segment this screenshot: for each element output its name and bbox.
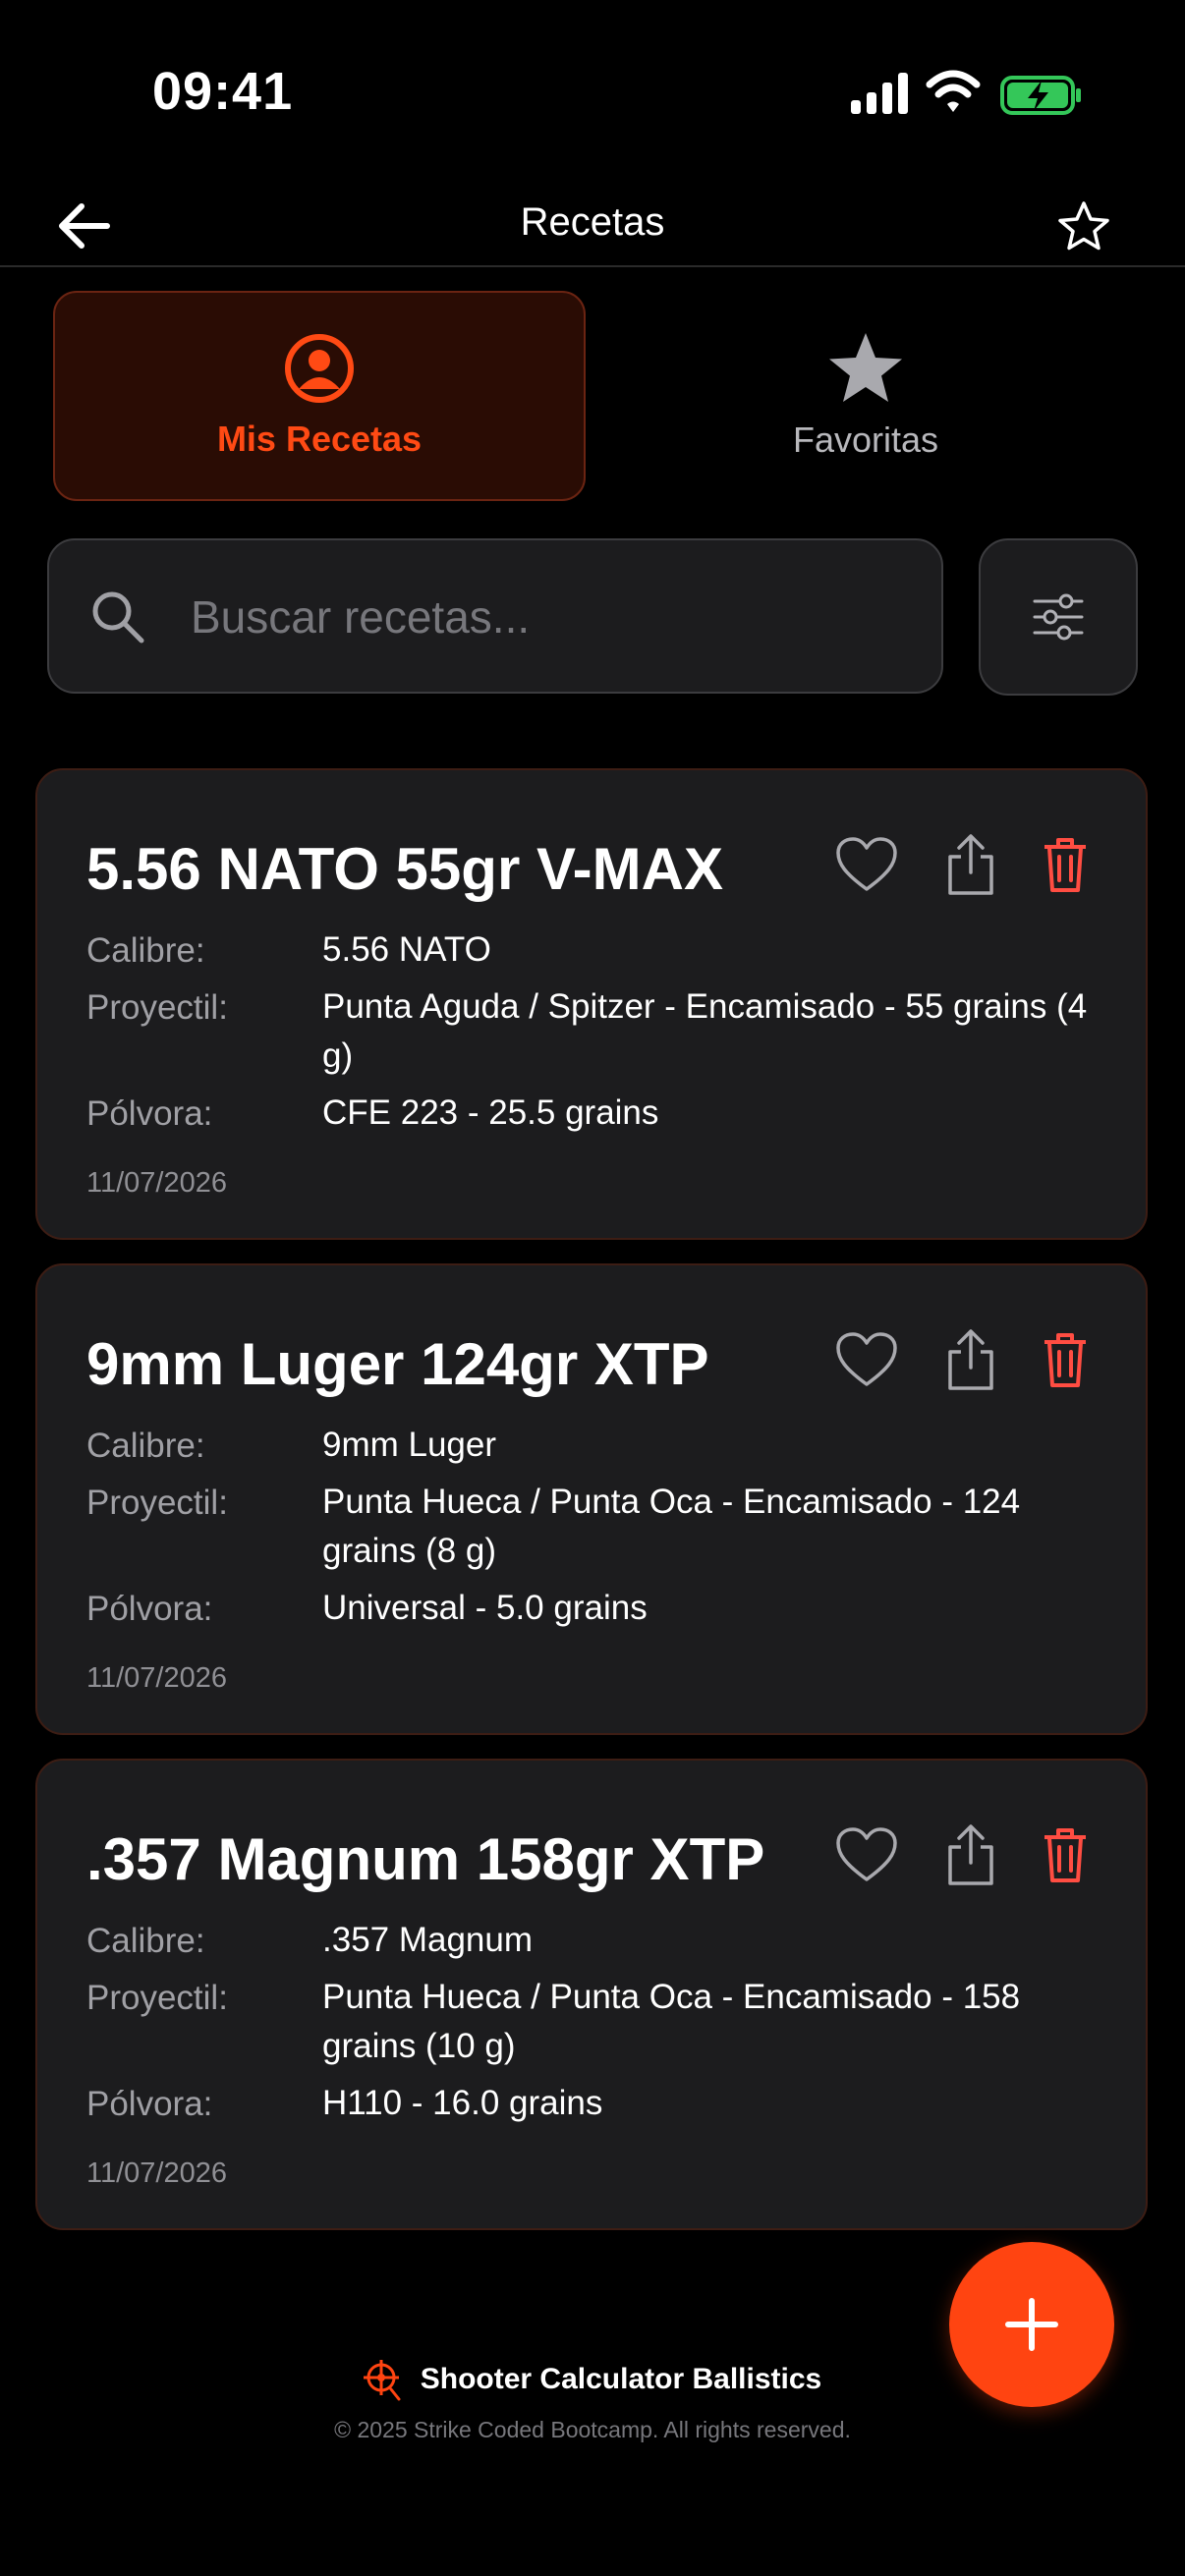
proyectil-value: Punta Hueca / Punta Oca - Encamisado - 1…: [322, 1483, 1021, 1570]
polvora-label: Pólvora:: [86, 1094, 213, 1133]
proyectil-value: Punta Hueca / Punta Oca - Encamisado - 1…: [322, 1978, 1021, 2065]
footer-brand: Shooter Calculator Ballistics: [0, 2358, 1185, 2401]
search-icon: [92, 591, 144, 644]
tab-favoritas[interactable]: Favoritas: [599, 291, 1132, 501]
cellular-signal-icon: [851, 73, 908, 114]
recipe-title: 5.56 NATO 55gr V-MAX: [86, 836, 723, 902]
recipe-card[interactable]: .357 Magnum 158gr XTP Calibre: .357 Magn…: [35, 1759, 1148, 2230]
page-title: Recetas: [520, 200, 665, 244]
polvora-label: Pólvora:: [86, 1590, 213, 1628]
filter-button[interactable]: [979, 538, 1138, 696]
search-input[interactable]: [191, 580, 898, 654]
crosshair-logo-icon: [363, 2360, 401, 2401]
polvora-label: Pólvora:: [86, 2085, 213, 2123]
share-button[interactable]: [935, 827, 1006, 902]
calibre-label: Calibre:: [86, 1427, 205, 1465]
calibre-value: 5.56 NATO: [322, 930, 491, 969]
polvora-value: CFE 223 - 25.5 grains: [322, 1093, 659, 1132]
polvora-value: H110 - 16.0 grains: [322, 2084, 603, 2122]
proyectil-label: Proyectil:: [86, 1979, 228, 2017]
heart-icon: [836, 837, 897, 891]
trash-icon: [1044, 838, 1086, 892]
battery-charging-icon: [1000, 76, 1081, 115]
recipe-card[interactable]: 9mm Luger 124gr XTP Calibre: 9mm Luger P…: [35, 1263, 1148, 1735]
share-button[interactable]: [935, 1322, 1006, 1397]
share-icon: [948, 1329, 993, 1390]
recipe-card[interactable]: 5.56 NATO 55gr V-MAX Calibre: 5.56 NATO …: [35, 768, 1148, 1240]
delete-button[interactable]: [1030, 1322, 1100, 1397]
share-icon: [948, 834, 993, 895]
delete-button[interactable]: [1030, 827, 1100, 902]
plus-icon: [1005, 2298, 1058, 2351]
footer-brand-name: Shooter Calculator Ballistics: [420, 2363, 822, 2395]
heart-icon: [836, 1332, 897, 1386]
tab-label: Favoritas: [792, 420, 939, 460]
star-filled-icon: [829, 333, 902, 402]
favorite-button[interactable]: [831, 1818, 902, 1892]
recipe-date: 11/07/2026: [86, 1167, 227, 1199]
status-time: 09:41: [152, 62, 294, 121]
polvora-value: Universal - 5.0 grains: [322, 1589, 648, 1627]
calibre-value: 9mm Luger: [322, 1426, 497, 1464]
calibre-label: Calibre:: [86, 1922, 205, 1960]
delete-button[interactable]: [1030, 1818, 1100, 1892]
proyectil-label: Proyectil:: [86, 1484, 228, 1522]
heart-icon: [836, 1827, 897, 1881]
recipe-title: 9mm Luger 124gr XTP: [86, 1331, 709, 1397]
favorites-nav-button[interactable]: [1051, 196, 1116, 257]
trash-icon: [1044, 1333, 1086, 1387]
tab-mis-recetas[interactable]: Mis Recetas: [53, 291, 586, 501]
favorite-button[interactable]: [831, 1322, 902, 1397]
share-button[interactable]: [935, 1818, 1006, 1892]
recipe-date: 11/07/2026: [86, 2157, 227, 2189]
tab-label: Mis Recetas: [216, 419, 423, 459]
calibre-value: .357 Magnum: [322, 1921, 534, 1959]
nav-bar: Recetas: [0, 177, 1185, 267]
share-icon: [948, 1824, 993, 1885]
wifi-icon: [926, 70, 981, 112]
sliders-icon: [1033, 593, 1084, 641]
status-bar: 09:41: [0, 0, 1185, 177]
trash-icon: [1044, 1828, 1086, 1882]
favorite-button[interactable]: [831, 827, 902, 902]
star-outline-icon: [1058, 201, 1109, 251]
footer-copyright: © 2025 Strike Coded Bootcamp. All rights…: [334, 2417, 851, 2442]
proyectil-label: Proyectil:: [86, 988, 228, 1027]
user-circle-icon: [285, 334, 354, 403]
search-bar: [47, 538, 943, 694]
recipe-title: .357 Magnum 158gr XTP: [86, 1826, 765, 1892]
calibre-label: Calibre:: [86, 931, 205, 970]
proyectil-value: Punta Aguda / Spitzer - Encamisado - 55 …: [322, 987, 1088, 1075]
recipe-date: 11/07/2026: [86, 1662, 227, 1694]
